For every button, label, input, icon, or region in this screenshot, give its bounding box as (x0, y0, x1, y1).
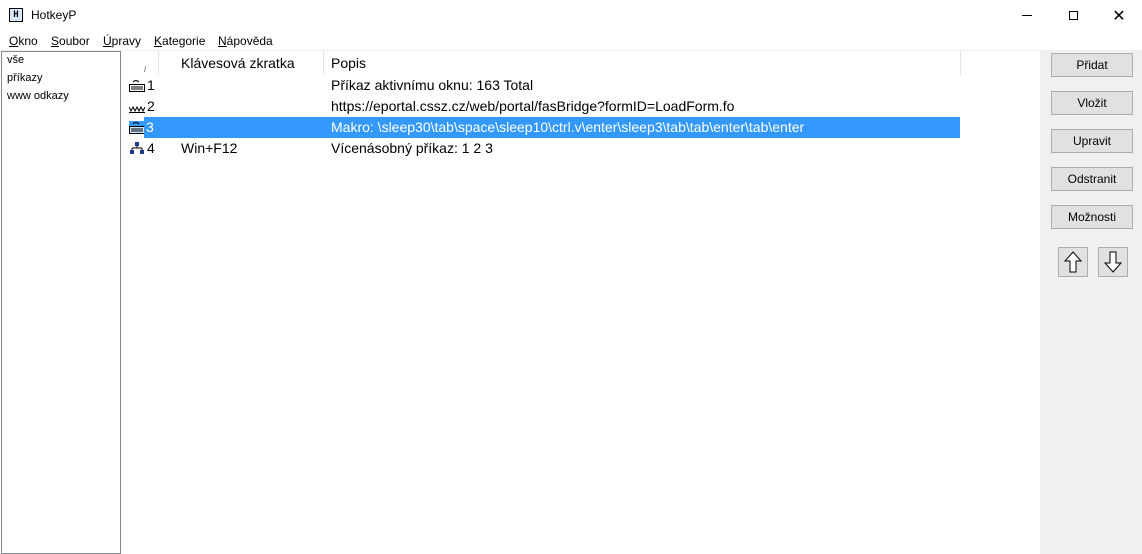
window-title: HotkeyP (31, 8, 77, 22)
column-separator[interactable] (323, 51, 324, 75)
close-icon: ✕ (1112, 5, 1126, 25)
column-separator[interactable] (158, 51, 159, 75)
arrow-up-icon (1064, 251, 1082, 273)
column-header-description[interactable]: Popis (331, 51, 366, 75)
app-icon: H (9, 8, 23, 22)
menu-bar: Okno Soubor Úpravy Kategorie Nápověda (0, 31, 1142, 51)
insert-button[interactable]: Vložit (1051, 91, 1133, 115)
table-row[interactable]: 1 Příkaz aktivnímu oknu: 163 Total (128, 75, 960, 96)
table-row-selected[interactable]: 3 Makro: \sleep30\tab\space\sleep10\ctrl… (144, 117, 960, 138)
www-icon (129, 105, 145, 113)
menu-upravy[interactable]: Úpravy (103, 34, 141, 48)
minimize-icon (1022, 15, 1032, 16)
hotkey-list[interactable]: / Klávesová zkratka Popis 1 Příkaz aktiv… (122, 51, 1040, 554)
move-up-button[interactable] (1058, 247, 1088, 277)
maximize-icon (1068, 11, 1078, 20)
table-row[interactable]: 4 Win+F12 Vícenásobný příkaz: 1 2 3 (128, 138, 960, 159)
category-list[interactable]: vše příkazy www odkazy (1, 51, 121, 554)
delete-button[interactable]: Odstranit (1051, 167, 1133, 191)
keyboard-icon (129, 80, 145, 92)
minimize-button[interactable] (1004, 0, 1050, 31)
table-row[interactable]: 2 https://eportal.cssz.cz/web/portal/fas… (128, 96, 960, 117)
maximize-button[interactable] (1050, 0, 1096, 31)
keyboard-icon (129, 121, 145, 134)
move-down-button[interactable] (1098, 247, 1128, 277)
add-button[interactable]: Přidat (1051, 53, 1133, 77)
options-button[interactable]: Možnosti (1051, 205, 1133, 229)
column-separator[interactable] (960, 51, 961, 75)
column-header-number[interactable]: / (122, 51, 158, 75)
menu-napoveda[interactable]: Nápověda (218, 34, 273, 48)
menu-soubor[interactable]: Soubor (51, 34, 90, 48)
edit-button[interactable]: Upravit (1051, 129, 1133, 153)
menu-okno[interactable]: Okno (9, 34, 38, 48)
arrow-down-icon (1104, 251, 1122, 273)
category-item-www-links[interactable]: www odkazy (7, 90, 69, 102)
multi-command-icon (130, 142, 144, 154)
action-panel: Přidat Vložit Upravit Odstranit Možnosti (1040, 51, 1142, 554)
menu-kategorie[interactable]: Kategorie (154, 34, 205, 48)
close-button[interactable]: ✕ (1096, 0, 1142, 31)
category-item-all[interactable]: vše (7, 54, 24, 66)
title-bar: H HotkeyP ✕ (0, 0, 1142, 31)
category-item-commands[interactable]: příkazy (7, 72, 42, 84)
column-header-shortcut[interactable]: Klávesová zkratka (181, 51, 295, 75)
